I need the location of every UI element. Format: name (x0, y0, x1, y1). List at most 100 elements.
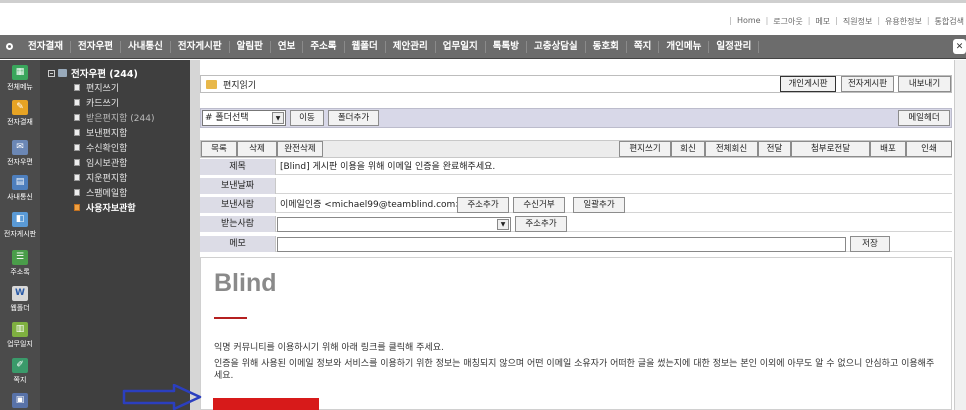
block-sender-button[interactable]: 수신거부 (513, 197, 565, 213)
e-board-button[interactable]: 전자게시판 (841, 76, 894, 92)
tree-root-email[interactable]: 전자우편 (244) (48, 66, 138, 80)
body-instruction: 익명 커뮤니티를 이용하시기 위해 아래 링크를 클릭해 주세요. (214, 343, 444, 353)
nav-notice[interactable]: 알림판 (230, 40, 271, 53)
page-icon (74, 189, 80, 196)
sidebar-address-book[interactable]: ☰ 주소록 (0, 250, 40, 277)
subject-label: 제목 (200, 159, 276, 175)
memo-row: 메모 저장 (200, 236, 952, 252)
sidebar-work-log[interactable]: ▥ 업무일지 (0, 322, 40, 349)
main-nav: 전자결재 전자우편 사내통신 전자게시판 알림판 연보 주소록 웹폴더 제안관리… (0, 35, 966, 59)
address-book-icon: ☰ (12, 250, 28, 265)
notice-icon: ▤ (12, 175, 28, 190)
subject-value: [Blind] 게시판 이용을 위해 이메일 인증을 완료해주세요. (280, 162, 496, 172)
staff-info-link[interactable]: 직원정보 (843, 16, 872, 27)
permanent-delete-button[interactable]: 완전삭제 (277, 141, 323, 157)
tree-item-deleted[interactable]: 지운편지함 (74, 171, 127, 184)
useful-info-link[interactable]: 유용한정보 (885, 16, 922, 27)
all-menu-icon: ▦ (12, 65, 28, 80)
tree-item-read-receipt[interactable]: 수신확인함 (74, 141, 127, 154)
folder-icon (74, 204, 80, 211)
forward-as-attachment-button[interactable]: 첨부로전달 (791, 141, 870, 157)
reply-button[interactable]: 회신 (671, 141, 705, 157)
add-folder-button[interactable]: 폴더추가 (328, 110, 379, 126)
right-arrow-icon (122, 384, 202, 410)
nav-schedule[interactable]: 일정관리 (709, 40, 760, 53)
recipient-add-address-button[interactable]: 주소추가 (515, 216, 567, 232)
nav-board[interactable]: 전자게시판 (171, 40, 230, 53)
date-row: 보낸날짜 (200, 178, 952, 194)
list-button[interactable]: 목록 (201, 141, 237, 157)
nav-internal-comm[interactable]: 사내통신 (121, 40, 171, 53)
sidebar-board[interactable]: ◧ 전자게시판 (0, 212, 40, 239)
sidebar-web-folder[interactable]: W 웹폴더 (0, 286, 40, 313)
page-icon (74, 144, 80, 151)
memo-link[interactable]: 메모 (815, 16, 830, 27)
export-button[interactable]: 내보내기 (898, 76, 951, 92)
mail-body: Blind 익명 커뮤니티를 이용하시기 위해 아래 링크를 클릭해 주세요. … (200, 257, 952, 410)
personal-board-button[interactable]: 개인게시판 (780, 76, 836, 92)
tree-item-inbox[interactable]: 받은편지함 (244) (74, 111, 154, 124)
compose-button[interactable]: 편지쓰기 (619, 141, 671, 157)
collapse-icon[interactable] (48, 69, 55, 77)
sidebar-approval[interactable]: ✎ 전자결재 (0, 100, 40, 127)
logout-link[interactable]: 로그아웃 (773, 16, 802, 27)
tree-item-user-archive[interactable]: 사용자보관함 (74, 201, 136, 214)
integrated-search-link[interactable]: 통합검색 (935, 16, 964, 27)
nav-email[interactable]: 전자우편 (71, 40, 121, 53)
nav-counseling[interactable]: 고충상담실 (527, 40, 586, 53)
nav-talk-room[interactable]: 톡톡방 (486, 40, 527, 53)
body-privacy-notice: 인증을 위해 사용된 이메일 정보와 서비스를 이용하기 위한 정보는 매칭되지… (214, 359, 935, 381)
nav-note[interactable]: 쪽지 (627, 40, 660, 53)
sidebar-internal-comm[interactable]: ▤ 사내통신 (0, 175, 40, 202)
page-title: 편지읽기 (223, 81, 257, 91)
right-scrollbar[interactable] (954, 60, 966, 410)
nav-club[interactable]: 동호회 (586, 40, 627, 53)
memo-input[interactable] (277, 237, 846, 252)
nav-yearbook[interactable]: 연보 (271, 40, 304, 53)
nav-work-log[interactable]: 업무일지 (436, 40, 486, 53)
chevron-down-icon: ▼ (272, 112, 284, 124)
nav-close-icon[interactable]: ✕ (953, 39, 966, 54)
delete-button[interactable]: 삭제 (237, 141, 277, 157)
sidebar-message[interactable]: ✐ 쪽지 (0, 358, 40, 385)
home-link[interactable]: Home (737, 16, 761, 27)
reply-all-button[interactable]: 전체회신 (705, 141, 758, 157)
page-icon (74, 129, 80, 136)
forward-button[interactable]: 전달 (758, 141, 791, 157)
memo-save-button[interactable]: 저장 (850, 236, 890, 252)
move-button[interactable]: 이동 (290, 110, 324, 126)
recipient-select[interactable]: ▼ (277, 217, 511, 232)
tree-item-drafts[interactable]: 임시보관함 (74, 156, 127, 169)
bulk-add-button[interactable]: 일괄추가 (573, 197, 625, 213)
board-icon: ◧ (12, 212, 28, 227)
distribute-button[interactable]: 배포 (870, 141, 906, 157)
tree-item-write-card[interactable]: 카드쓰기 (74, 96, 119, 109)
folder-select[interactable]: # 폴더선택 ▼ (202, 110, 286, 126)
home-circle-icon[interactable] (6, 43, 13, 50)
nav-approval[interactable]: 전자결재 (21, 40, 71, 53)
sidebar-all-menu[interactable]: ▦ 전체메뉴 (0, 65, 40, 92)
panel-splitter[interactable] (190, 60, 200, 410)
page-icon (74, 114, 80, 121)
work-log-icon: ▥ (12, 322, 28, 337)
sender-row: 보낸사람 이메일인증 <michael99@teamblind.com> 주소추… (200, 197, 952, 213)
nav-address-book[interactable]: 주소록 (303, 40, 345, 53)
mail-header-button[interactable]: 메일헤더 (898, 110, 950, 126)
sender-add-address-button[interactable]: 주소추가 (457, 197, 509, 213)
print-button[interactable]: 인쇄 (906, 141, 952, 157)
read-title-bar: 편지읽기 개인게시판 전자게시판 내보내기 (200, 75, 952, 93)
tree-item-write-mail[interactable]: 편지쓰기 (74, 81, 119, 94)
recipient-row: 받는사람 ▼ 주소추가 (200, 216, 952, 232)
sidebar-email[interactable]: ✉ 전자우편 (0, 140, 40, 167)
verify-link-button[interactable] (213, 398, 319, 410)
sidebar-more[interactable]: ▣ (0, 393, 40, 410)
nav-web-folder[interactable]: 웹폴더 (345, 40, 386, 53)
mail-action-toolbar: 목록 삭제 완전삭제 편지쓰기 회신 전체회신 전달 첨부로전달 배포 인쇄 (200, 140, 952, 158)
tree-item-spam[interactable]: 스팸메일함 (74, 186, 127, 199)
nav-proposal[interactable]: 제안관리 (386, 40, 436, 53)
nav-personal-menu[interactable]: 개인메뉴 (659, 40, 710, 53)
mail-folder-icon (206, 80, 217, 89)
folder-bar: # 폴더선택 ▼ 이동 폴더추가 메일헤더 (200, 108, 952, 128)
tree-item-sent[interactable]: 보낸편지함 (74, 126, 127, 139)
page-icon (74, 159, 80, 166)
